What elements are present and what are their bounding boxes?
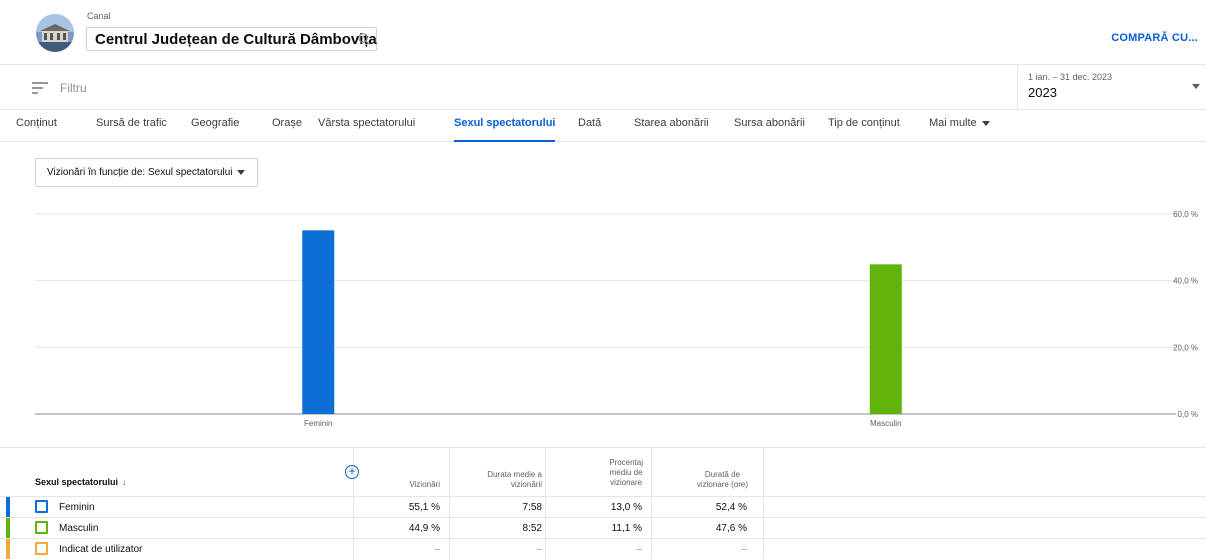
dimension-header-label: Sexul spectatorului — [35, 477, 119, 487]
y-tick-label: 0,0 % — [1178, 410, 1198, 419]
row-checkbox[interactable] — [35, 521, 48, 534]
column-header-watch-time[interactable]: Durată de vizionare (ore) — [697, 470, 748, 490]
dimension-tabs: Conținut Sursă de trafic Geografie Orașe… — [0, 110, 1206, 142]
cell-avg-duration: 8:52 — [522, 523, 542, 534]
tab-subscription-status[interactable]: Starea abonării — [634, 117, 709, 142]
row-label: Indicat de utilizator — [59, 544, 143, 555]
table-row[interactable]: Indicat de utilizator – – – – — [0, 538, 1206, 559]
tab-date[interactable]: Dată — [578, 117, 601, 142]
column-header-line: mediu de — [609, 468, 643, 477]
table-row[interactable]: Masculin 44,9 % 8:52 11,1 % 47,6 % — [0, 517, 1206, 539]
x-tick-label: Feminin — [304, 419, 332, 428]
column-header-avg-duration[interactable]: Durata medie a vizionării — [487, 470, 542, 490]
row-checkbox[interactable] — [35, 542, 48, 555]
stats-table: Sexul spectatorului ↓ + Vizionări Durata … — [0, 447, 1206, 559]
bar-masculin[interactable] — [869, 264, 902, 414]
column-header-line: vizionării — [510, 480, 542, 489]
y-tick-label: 40,0 % — [1173, 277, 1198, 286]
tab-more[interactable]: Mai multe — [929, 117, 990, 142]
caret-down-icon — [1192, 84, 1200, 89]
tab-viewer-age[interactable]: Vârsta spectatorului — [318, 117, 415, 142]
row-color-marker — [6, 539, 10, 559]
date-range-label: 1 ian. – 31 dec. 2023 — [1028, 72, 1113, 82]
column-header-avg-percentage[interactable]: Procentaj mediu de vizionare — [609, 458, 643, 488]
channel-header: Canal Centrul Județean de Cultură Dâmbov… — [0, 0, 1206, 64]
tab-content-type[interactable]: Tip de conținut — [828, 117, 900, 142]
tab-subscription-source[interactable]: Sursa abonării — [734, 117, 805, 142]
cell-views: – — [434, 544, 440, 555]
cell-views: 44,9 % — [408, 523, 440, 534]
building-icon — [36, 14, 74, 52]
filter-bar: Filtru 1 ian. – 31 dec. 2023 2023 — [0, 64, 1206, 110]
compare-button[interactable]: COMPARĂ CU... — [1111, 32, 1198, 44]
cell-watch-time: 52,4 % — [715, 502, 747, 513]
x-tick-label: Masculin — [870, 419, 902, 428]
y-tick-label: 60,0 % — [1173, 210, 1198, 219]
column-header-line: Vizionări — [409, 480, 440, 489]
bar-chart: 0,0 % 20,0 % 40,0 % 60,0 % Feminin Masculin — [35, 210, 1198, 428]
search-icon[interactable] — [357, 32, 371, 46]
tab-geography[interactable]: Geografie — [191, 117, 239, 142]
bar-feminin[interactable] — [302, 230, 335, 414]
cell-avg-percentage: 13,0 % — [610, 502, 642, 513]
dimension-header[interactable]: Sexul spectatorului ↓ — [35, 477, 127, 487]
column-header-line: Procentaj — [609, 458, 643, 467]
column-header-line: Durata medie a — [487, 470, 542, 479]
tab-traffic-source[interactable]: Sursă de trafic — [96, 117, 167, 142]
channel-name: Centrul Județean de Cultură Dâmbovița — [95, 31, 377, 48]
date-range-value: 2023 — [1028, 85, 1057, 100]
tab-cities[interactable]: Orașe — [272, 117, 302, 142]
plus-circle-icon[interactable]: + — [345, 465, 359, 479]
cell-views: 55,1 % — [408, 502, 440, 513]
table-row[interactable]: Feminin 55,1 % 7:58 13,0 % 52,4 % — [0, 496, 1206, 518]
row-label: Feminin — [59, 502, 95, 513]
caret-down-icon — [981, 120, 990, 126]
y-tick-label: 20,0 % — [1173, 343, 1198, 352]
cell-avg-duration: – — [536, 544, 542, 555]
cell-avg-percentage: – — [636, 544, 642, 555]
filter-input[interactable]: Filtru — [60, 81, 87, 95]
column-header-line: Durată de — [704, 470, 740, 479]
arrow-down-icon[interactable]: ↓ — [122, 477, 127, 487]
column-header-line: vizionare (ore) — [696, 480, 748, 489]
column-header-line: vizionare — [610, 478, 643, 487]
cell-avg-percentage: 11,1 % — [611, 523, 642, 534]
cell-watch-time: – — [741, 544, 747, 555]
metric-dropdown[interactable]: Vizionări în funcție de: Sexul spectator… — [35, 158, 258, 187]
row-color-marker — [6, 518, 10, 539]
tab-content[interactable]: Conținut — [16, 117, 57, 142]
caret-down-icon — [237, 170, 245, 175]
row-color-marker — [6, 497, 10, 518]
tab-more-label: Mai multe — [929, 117, 977, 129]
cell-avg-duration: 7:58 — [522, 502, 542, 513]
column-header-views[interactable]: Vizionări — [409, 480, 440, 490]
row-checkbox[interactable] — [35, 500, 48, 513]
filter-icon[interactable] — [32, 82, 48, 94]
metric-dropdown-label: Vizionări în funcție de: Sexul spectator… — [47, 167, 233, 178]
channel-selector[interactable]: Centrul Județean de Cultură Dâmbovița — [86, 27, 377, 51]
date-range-picker[interactable]: 1 ian. – 31 dec. 2023 2023 — [1017, 65, 1206, 110]
cell-watch-time: 47,6 % — [715, 523, 747, 534]
row-label: Masculin — [59, 523, 99, 534]
tab-viewer-gender[interactable]: Sexul spectatorului — [454, 117, 556, 142]
channel-label: Canal — [87, 11, 111, 21]
channel-avatar[interactable] — [36, 14, 74, 52]
